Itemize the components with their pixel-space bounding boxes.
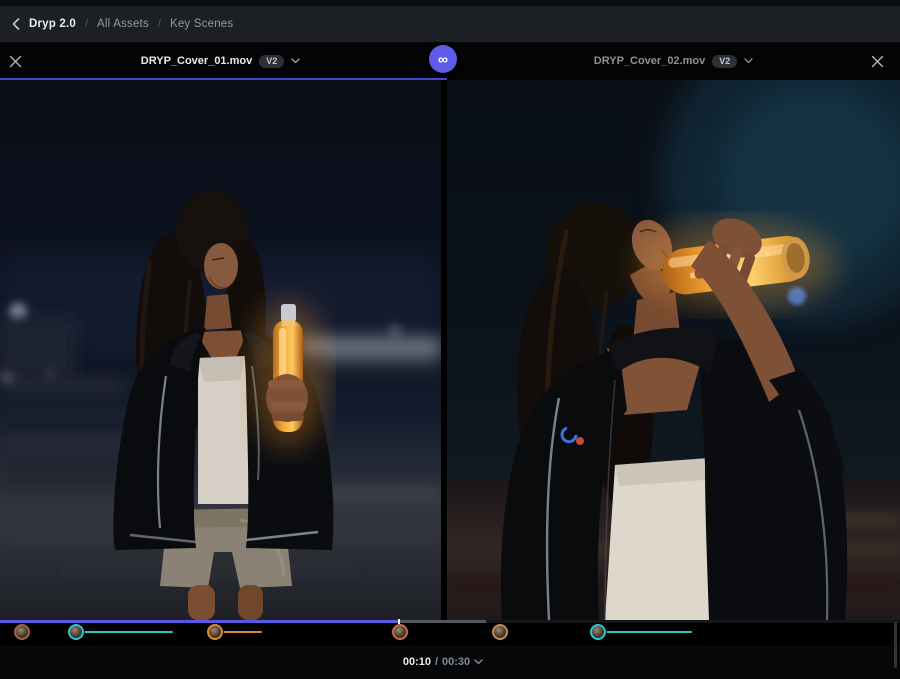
timeline — [0, 620, 900, 645]
left-filename[interactable]: DRYP_Cover_01.mov — [141, 55, 252, 67]
timeline-comment-marker[interactable] — [590, 624, 606, 640]
playhead[interactable] — [398, 619, 400, 624]
video-compare-app: Dryp 2.0 / All Assets / Key Scenes DRYP_… — [0, 0, 900, 679]
right-version-badge[interactable]: V2 — [712, 55, 737, 68]
video-right-scene — [447, 80, 900, 620]
chevron-down-icon[interactable] — [291, 58, 300, 64]
timeline-comment-marker[interactable] — [392, 624, 408, 640]
breadcrumb-separator: / — [85, 18, 88, 30]
video-area — [0, 80, 900, 620]
video-frame-right[interactable] — [447, 80, 900, 620]
breadcrumb: Dryp 2.0 / All Assets / Key Scenes — [0, 6, 900, 42]
playback-controls: 1.0x 00:10 / 00:30 — [0, 645, 900, 679]
close-right-panel-button[interactable] — [871, 55, 884, 68]
duration-chevron-down-icon[interactable] — [474, 659, 483, 665]
scrollbar-thumb[interactable] — [894, 622, 897, 668]
sync-playback-button[interactable]: ∞ — [429, 45, 457, 73]
left-version-badge[interactable]: V2 — [259, 55, 284, 68]
left-file-header: DRYP_Cover_01.mov V2 — [0, 42, 441, 80]
chevron-down-icon[interactable] — [744, 58, 753, 64]
time-separator: / — [435, 656, 438, 668]
current-time: 00:10 — [403, 656, 431, 668]
timeline-comment-marker[interactable] — [14, 624, 30, 640]
comment-range-line — [606, 631, 692, 633]
comment-range-line — [223, 631, 262, 633]
right-filename[interactable]: DRYP_Cover_02.mov — [594, 55, 705, 67]
breadcrumb-all-assets[interactable]: All Assets — [97, 18, 149, 30]
timecode: 00:10 / 00:30 — [0, 645, 893, 679]
progress-buffered — [399, 620, 486, 623]
breadcrumb-separator: / — [158, 18, 161, 30]
video-frame-left[interactable] — [0, 80, 441, 620]
total-duration: 00:30 — [442, 656, 470, 668]
breadcrumb-project[interactable]: Dryp 2.0 — [29, 18, 76, 30]
seek-track[interactable] — [0, 620, 900, 623]
breadcrumb-folder[interactable]: Key Scenes — [170, 18, 233, 30]
comment-range-line — [84, 631, 173, 633]
sync-infinity-icon: ∞ — [438, 51, 448, 67]
timeline-comment-marker[interactable] — [68, 624, 84, 640]
progress-played — [0, 620, 399, 623]
timeline-comment-marker[interactable] — [492, 624, 508, 640]
back-chevron-icon[interactable] — [12, 18, 20, 30]
timeline-comment-marker[interactable] — [207, 624, 223, 640]
video-left-scene — [0, 80, 441, 620]
right-file-header: DRYP_Cover_02.mov V2 — [447, 42, 900, 80]
